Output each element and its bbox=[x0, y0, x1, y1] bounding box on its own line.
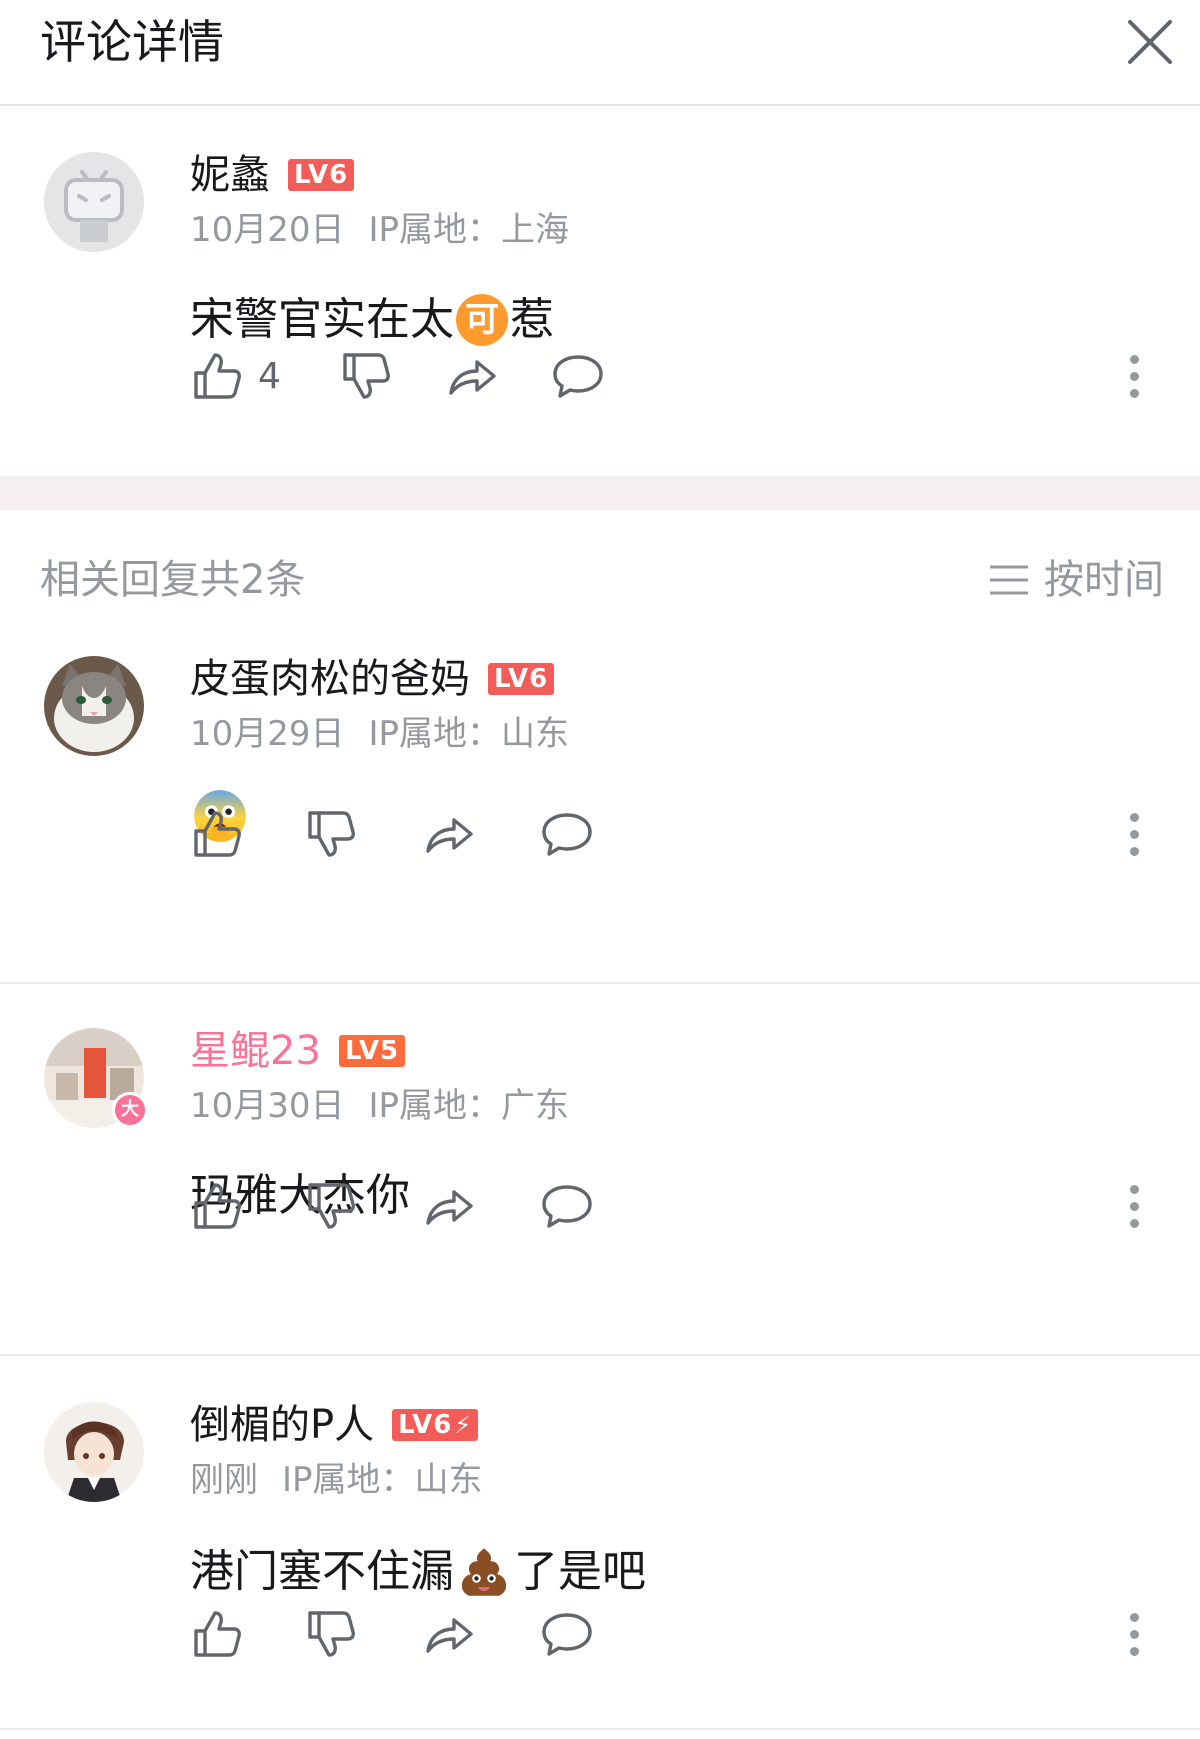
share-icon bbox=[426, 1618, 473, 1653]
dislike-button[interactable] bbox=[304, 1176, 358, 1236]
share-button[interactable] bbox=[422, 1176, 476, 1236]
username[interactable]: 倒楣的P人 bbox=[190, 1398, 374, 1452]
content-text-end: 惹 bbox=[510, 294, 554, 345]
reply-button[interactable] bbox=[551, 346, 605, 406]
reply-item: 大 星鲲23 LV5 10月30日 IP属地：广东 玛雅大杰你 bbox=[0, 984, 1200, 1356]
comment-actions bbox=[190, 804, 594, 864]
page-title: 评论详情 bbox=[40, 15, 224, 69]
thumb-down-icon bbox=[308, 1183, 355, 1229]
big-member-badge: 大 bbox=[112, 1092, 148, 1128]
reply-item: 皮蛋肉松的爸妈 LV6 10月29日 IP属地：山东 bbox=[0, 610, 1200, 982]
content-text: 港门塞不住漏 bbox=[190, 1546, 454, 1597]
thumb-up-icon bbox=[194, 353, 241, 399]
share-button[interactable] bbox=[445, 346, 499, 406]
dislike-button[interactable] bbox=[304, 1604, 358, 1664]
username[interactable]: 皮蛋肉松的爸妈 bbox=[190, 652, 470, 706]
menu-icon bbox=[990, 565, 1028, 595]
comment-actions bbox=[190, 1604, 594, 1664]
share-button[interactable] bbox=[422, 1604, 476, 1664]
username[interactable]: 妮蠡 bbox=[190, 148, 270, 202]
avatar[interactable] bbox=[44, 1402, 144, 1502]
share-button[interactable] bbox=[422, 804, 476, 864]
comment-meta: 10月29日 IP属地：山东 bbox=[190, 712, 569, 756]
comment-content: 港门塞不住漏 了是吧 bbox=[190, 1542, 646, 1602]
comment-icon bbox=[542, 1185, 592, 1228]
more-options-icon[interactable] bbox=[1118, 1176, 1150, 1236]
content-text: 宋警官实在太 bbox=[190, 294, 454, 345]
comment-date: 10月20日 bbox=[190, 210, 345, 250]
comment-icon bbox=[542, 1613, 592, 1656]
avatar[interactable] bbox=[44, 656, 144, 756]
level-badge: LV6 bbox=[288, 159, 355, 191]
ke-emoji-icon: 可 bbox=[456, 294, 508, 346]
comment-date: 10月29日 bbox=[190, 714, 345, 754]
dislike-button[interactable] bbox=[304, 804, 358, 864]
replies-header: 相关回复共2条 按时间 bbox=[0, 552, 1200, 608]
close-icon[interactable] bbox=[1124, 16, 1176, 68]
level-badge: LV5 bbox=[338, 1035, 406, 1067]
username-row: 星鲲23 LV5 bbox=[190, 1024, 406, 1078]
default-avatar-icon bbox=[44, 152, 144, 252]
divider bbox=[0, 1728, 1200, 1730]
comment-meta: 10月30日 IP属地：广东 bbox=[190, 1084, 569, 1128]
reply-button[interactable] bbox=[540, 1176, 594, 1236]
comment-meta: 刚刚 IP属地：山东 bbox=[190, 1458, 483, 1502]
thumb-up-icon bbox=[194, 811, 241, 857]
comment-meta: 10月20日 IP属地：上海 bbox=[190, 208, 569, 252]
like-button[interactable] bbox=[190, 1176, 244, 1236]
comment-date: 刚刚 bbox=[190, 1460, 258, 1500]
sort-label: 按时间 bbox=[1044, 557, 1164, 603]
level-text: LV6 bbox=[398, 1410, 453, 1440]
level-badge: LV6 bbox=[488, 663, 555, 695]
level-badge: LV6 ⚡ bbox=[392, 1409, 479, 1441]
username-row: 倒楣的P人 LV6 ⚡ bbox=[190, 1398, 479, 1452]
share-icon bbox=[426, 818, 473, 853]
comment-icon bbox=[553, 355, 603, 398]
header: 评论详情 bbox=[0, 0, 1200, 106]
root-comment: 妮蠡 LV6 10月20日 IP属地：上海 宋警官实在太 可 惹 4 bbox=[0, 106, 1200, 476]
ip-location: IP属地：山东 bbox=[282, 1460, 483, 1500]
like-button[interactable]: 4 bbox=[190, 346, 281, 406]
username-row: 妮蠡 LV6 bbox=[190, 148, 355, 202]
poop-emoji-icon bbox=[461, 1548, 507, 1596]
comment-icon bbox=[542, 813, 592, 856]
reply-button[interactable] bbox=[540, 804, 594, 864]
share-icon bbox=[449, 360, 496, 395]
dislike-button[interactable] bbox=[339, 346, 393, 406]
username-row: 皮蛋肉松的爸妈 LV6 bbox=[190, 652, 555, 706]
more-options-icon[interactable] bbox=[1118, 346, 1150, 406]
ip-location: IP属地：广东 bbox=[368, 1086, 570, 1126]
comment-actions: 4 bbox=[190, 346, 605, 406]
comment-actions bbox=[190, 1176, 594, 1236]
sort-button[interactable]: 按时间 bbox=[988, 552, 1164, 608]
reply-button[interactable] bbox=[540, 1604, 594, 1664]
thumb-up-icon bbox=[194, 1183, 241, 1229]
more-options-icon[interactable] bbox=[1118, 804, 1150, 864]
like-count: 4 bbox=[258, 355, 281, 397]
ip-location: IP属地：山东 bbox=[368, 714, 570, 754]
lightning-icon: ⚡ bbox=[454, 1411, 473, 1439]
thumb-up-icon bbox=[194, 1611, 241, 1657]
thumb-down-icon bbox=[308, 1611, 355, 1657]
section-gap bbox=[0, 476, 1200, 510]
thumb-down-icon bbox=[308, 811, 355, 857]
like-button[interactable] bbox=[190, 1604, 244, 1664]
avatar[interactable]: 大 bbox=[44, 1028, 148, 1128]
thumb-down-icon bbox=[343, 353, 390, 399]
like-button[interactable] bbox=[190, 804, 244, 864]
share-icon bbox=[426, 1190, 473, 1225]
avatar[interactable] bbox=[44, 152, 144, 252]
comment-date: 10月30日 bbox=[190, 1086, 345, 1126]
ip-location: IP属地：上海 bbox=[368, 210, 570, 250]
anime-avatar-icon bbox=[44, 1402, 144, 1502]
more-options-icon[interactable] bbox=[1118, 1604, 1150, 1664]
reply-count: 相关回复共2条 bbox=[40, 557, 306, 603]
reply-item: 倒楣的P人 LV6 ⚡ 刚刚 IP属地：山东 港门塞不住漏 了是吧 bbox=[0, 1356, 1200, 1728]
content-text-end: 了是吧 bbox=[514, 1546, 646, 1597]
comment-content: 宋警官实在太 可 惹 bbox=[190, 290, 554, 350]
cat-avatar-icon bbox=[44, 656, 144, 756]
username[interactable]: 星鲲23 bbox=[190, 1024, 321, 1078]
